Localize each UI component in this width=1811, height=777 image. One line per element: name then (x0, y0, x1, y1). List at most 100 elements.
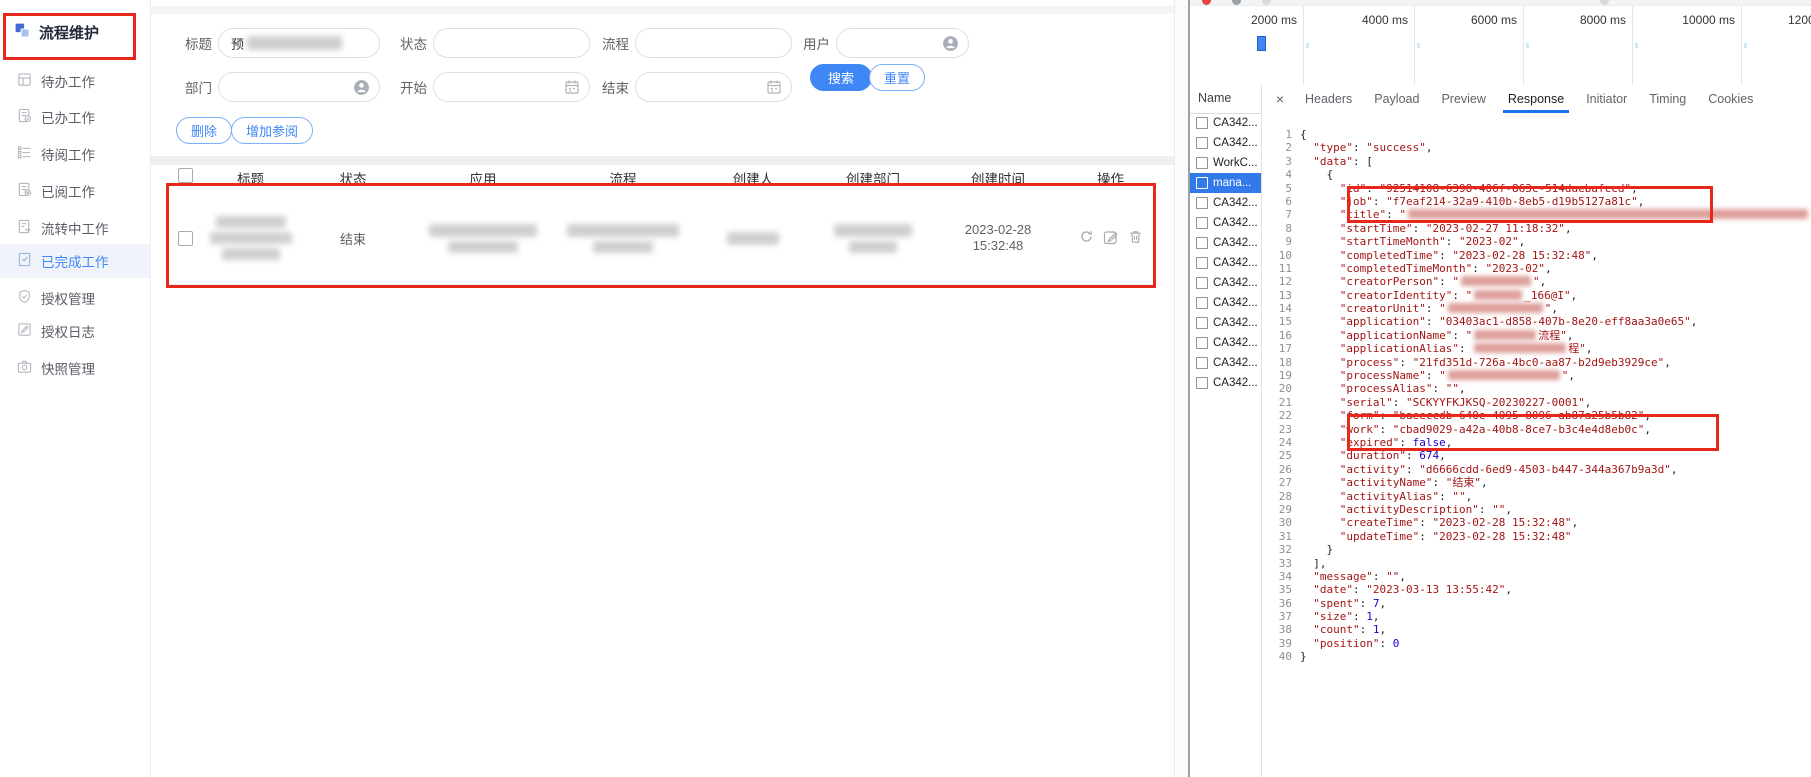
response-line-5: 5 "id": "92514108-6398-406f-863c-514daeb… (1262, 182, 1810, 195)
sidebar-header-flow-maintain[interactable]: 流程维护 (14, 22, 99, 43)
filter-icon[interactable] (1262, 0, 1271, 5)
request-checkbox[interactable] (1196, 337, 1208, 349)
line-number: 6 (1285, 194, 1292, 208)
request-row-12[interactable]: CA342... (1190, 333, 1261, 353)
tab-initiator[interactable]: Initiator (1575, 85, 1638, 113)
tab-cookies[interactable]: Cookies (1697, 85, 1764, 113)
add-read-button[interactable]: 增加参阅 (231, 117, 314, 144)
calendar-icon[interactable] (766, 79, 782, 98)
timeline-label: 2000 ms (1250, 13, 1297, 27)
sidebar-item-2[interactable]: 已办工作 (0, 100, 150, 134)
line-code: "message": "", (1313, 569, 1406, 583)
selected-request-marker[interactable] (1257, 36, 1266, 51)
结束-input[interactable] (635, 72, 792, 102)
流程-input[interactable] (635, 28, 792, 58)
request-row-9[interactable]: CA342... (1190, 273, 1261, 293)
sidebar-item-9[interactable]: 快照管理 (0, 351, 150, 385)
request-row-4[interactable]: mana... (1190, 173, 1261, 193)
request-row-14[interactable]: CA342... (1190, 373, 1261, 393)
request-checkbox[interactable] (1196, 357, 1208, 369)
部门-input[interactable] (218, 72, 380, 102)
timeline-gridline (1523, 6, 1524, 85)
settings-icon[interactable] (1600, 0, 1609, 5)
trash-icon[interactable] (1128, 229, 1143, 247)
delete-button[interactable]: 删除 (176, 117, 233, 144)
line-code: } (1300, 650, 1307, 664)
request-checkbox[interactable] (1196, 157, 1208, 169)
table-row[interactable]: 结束 2023-02-28 15:32:48 (163, 192, 1163, 285)
close-icon[interactable]: × (1266, 91, 1294, 107)
calendar-icon[interactable] (564, 79, 580, 98)
todo-work-icon (17, 72, 32, 90)
line-code: "creatorIdentity": " _166@I", (1339, 288, 1578, 302)
row-checkbox[interactable] (178, 230, 193, 246)
request-checkbox[interactable] (1196, 117, 1208, 129)
用户-input[interactable] (836, 28, 969, 58)
request-checkbox[interactable] (1196, 257, 1208, 269)
状态-input[interactable] (433, 28, 590, 58)
tab-preview[interactable]: Preview (1430, 85, 1496, 113)
tab-headers[interactable]: Headers (1294, 85, 1363, 113)
request-checkbox[interactable] (1196, 317, 1208, 329)
response-line-24: 24 "expired": false, (1262, 436, 1810, 449)
reset-button[interactable]: 重置 (869, 64, 926, 91)
refresh-icon[interactable] (1079, 229, 1094, 247)
network-overview-timeline[interactable]: 2000 ms 4000 ms 6000 ms 8000 ms 10000 ms 1200… (1190, 6, 1811, 86)
request-name: CA342... (1213, 237, 1258, 249)
request-checkbox[interactable] (1196, 177, 1208, 189)
person-icon[interactable] (353, 79, 370, 99)
blurred-json-value (1474, 289, 1523, 300)
line-number: 12 (1278, 275, 1292, 289)
tab-response[interactable]: Response (1497, 85, 1575, 113)
request-checkbox[interactable] (1196, 377, 1208, 389)
request-checkbox[interactable] (1196, 297, 1208, 309)
request-row-7[interactable]: CA342... (1190, 233, 1261, 253)
clear-icon[interactable] (1232, 0, 1241, 5)
request-row-5[interactable]: CA342... (1190, 193, 1261, 213)
request-name: CA342... (1213, 137, 1258, 149)
request-row-3[interactable]: WorkC... (1190, 153, 1261, 173)
request-row-8[interactable]: CA342... (1190, 253, 1261, 273)
sidebar-item-3[interactable]: 待阅工作 (0, 137, 150, 171)
request-row-6[interactable]: CA342... (1190, 213, 1261, 233)
select-all-checkbox[interactable] (178, 168, 193, 183)
person-icon[interactable] (942, 35, 959, 55)
tab-payload[interactable]: Payload (1363, 85, 1430, 113)
sidebar-header-label: 流程维护 (39, 25, 100, 42)
request-checkbox[interactable] (1196, 217, 1208, 229)
page-scrollbar[interactable] (1174, 0, 1189, 777)
line-code: "size": 1, (1313, 610, 1380, 624)
request-checkbox[interactable] (1196, 137, 1208, 149)
request-checkbox[interactable] (1196, 197, 1208, 209)
sidebar-item-4[interactable]: 已阅工作 (0, 174, 150, 208)
request-row-10[interactable]: CA342... (1190, 293, 1261, 313)
request-row-1[interactable]: CA342... (1190, 113, 1261, 133)
record-icon[interactable] (1202, 0, 1211, 5)
开始-input[interactable] (433, 72, 590, 102)
response-line-10: 10 "completedTime": "2023-02-28 15:32:48… (1262, 249, 1810, 262)
sidebar-item-7[interactable]: 授权管理 (0, 281, 150, 315)
line-code: "applicationName": " 流程", (1339, 328, 1574, 342)
line-number: 2 (1285, 141, 1292, 155)
request-row-2[interactable]: CA342... (1190, 133, 1261, 153)
line-code: "title": " (1300, 208, 1810, 221)
sidebar-item-5[interactable]: 流转中工作 (0, 211, 150, 245)
request-checkbox[interactable] (1196, 237, 1208, 249)
line-code: "updateTime": "2023-02-28 15:32:48" (1339, 529, 1572, 543)
sidebar-item-6[interactable]: 已完成工作 (0, 244, 150, 278)
request-row-13[interactable]: CA342... (1190, 353, 1261, 373)
标题-input[interactable]: 预 (218, 28, 380, 58)
request-row-11[interactable]: CA342... (1190, 313, 1261, 333)
line-code: "form": "baeeccdb-640e-4095-8096-ab87a25… (1339, 409, 1652, 423)
section-divider (151, 156, 1174, 165)
blurred-json-value (1460, 276, 1531, 287)
sidebar-item-1[interactable]: 待办工作 (0, 64, 150, 98)
search-button[interactable]: 搜索 (810, 64, 873, 91)
edit-icon[interactable] (1103, 229, 1119, 248)
tab-timing[interactable]: Timing (1638, 85, 1697, 113)
line-number: 23 (1278, 422, 1292, 436)
line-number: 27 (1278, 476, 1292, 490)
column-header: 创建人 (732, 172, 774, 187)
request-checkbox[interactable] (1196, 277, 1208, 289)
sidebar-item-8[interactable]: 授权日志 (0, 314, 150, 348)
